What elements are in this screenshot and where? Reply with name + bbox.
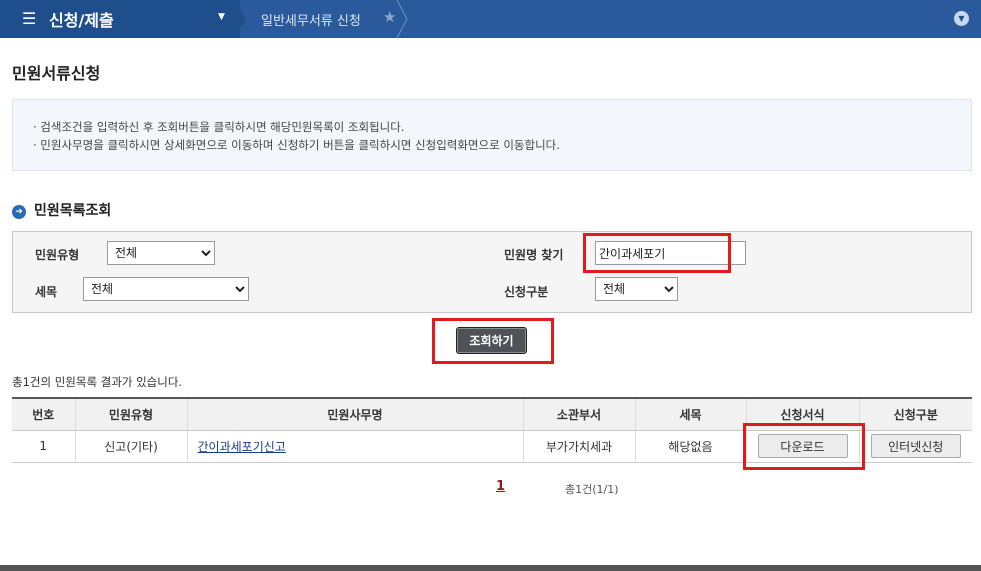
internet-apply-button[interactable]: 인터넷신청 [870, 434, 961, 458]
apply-type-label: 신청구분 [504, 285, 549, 299]
col-header: 신청구분 [858, 397, 972, 431]
arrow-circle-icon: ➜ [12, 205, 26, 219]
apply-type-select[interactable]: 전체 [595, 277, 678, 301]
row-number: 1 [12, 430, 75, 463]
result-summary: 총1건의 민원목록 결과가 있습니다. [12, 375, 183, 389]
highlight-box [583, 233, 731, 273]
row-tax: 해당없음 [634, 430, 746, 463]
menu-segment[interactable]: ☰ 신청/제출 ▼ [0, 0, 240, 38]
col-header: 번호 [12, 397, 75, 431]
type-label: 민원유형 [35, 248, 80, 262]
page-link-current[interactable]: 1 [496, 479, 505, 494]
pagination-total: 총1건(1/1) [565, 483, 619, 496]
col-header: 민원유형 [74, 397, 187, 431]
highlight-box [743, 423, 865, 470]
section-title: ➜ 민원목록조회 [12, 200, 111, 220]
tax-select[interactable]: 전체 [83, 277, 249, 301]
breadcrumb-arrow [234, 0, 246, 38]
row-type: 신고(기타) [74, 430, 187, 463]
row-dept: 부가가치세과 [522, 430, 635, 463]
col-header: 세목 [634, 397, 746, 431]
guide-box: · 검색조건을 입력하신 후 조회버튼을 클릭하시면 해당민원목록이 조회됩니다… [12, 99, 972, 171]
type-select[interactable]: 전체 [107, 241, 215, 265]
bottom-bar [0, 565, 981, 571]
guide-line-1: · 검색조건을 입력하신 후 조회버튼을 클릭하시면 해당민원목록이 조회됩니다… [33, 120, 405, 134]
caret-down-icon[interactable]: ▼ [218, 12, 225, 22]
section-title-text: 민원목록조회 [34, 203, 112, 219]
row-name-cell: 간이과세포기신고 [186, 430, 523, 463]
service-name-link[interactable]: 간이과세포기신고 [198, 440, 286, 454]
guide-line-2: · 민원사무명을 클릭하시면 상세화면으로 이동하며 신청하기 버튼을 클릭하시… [33, 138, 560, 152]
search-form: 민원유형 전체 세목 전체 민원명 찾기 신청구분 전체 [12, 231, 972, 313]
breadcrumb-current[interactable]: 일반세무서류 신청 [261, 10, 361, 29]
highlight-box [432, 318, 554, 364]
breadcrumb-separator [395, 0, 409, 38]
page-title: 민원서류신청 [12, 64, 101, 83]
top-navigation-bar: ☰ 신청/제출 ▼ 일반세무서류 신청 ★ ▼ [0, 0, 981, 38]
col-header: 소관부서 [522, 397, 635, 431]
hamburger-menu-icon[interactable]: ☰ [22, 10, 36, 28]
chevron-down-circle-icon[interactable]: ▼ [954, 11, 969, 26]
name-label: 민원명 찾기 [504, 248, 564, 262]
row-apply-cell: 인터넷신청 [858, 430, 972, 463]
menu-title[interactable]: 신청/제출 [49, 7, 114, 31]
tax-label: 세목 [35, 285, 58, 299]
col-header: 민원사무명 [186, 397, 523, 431]
